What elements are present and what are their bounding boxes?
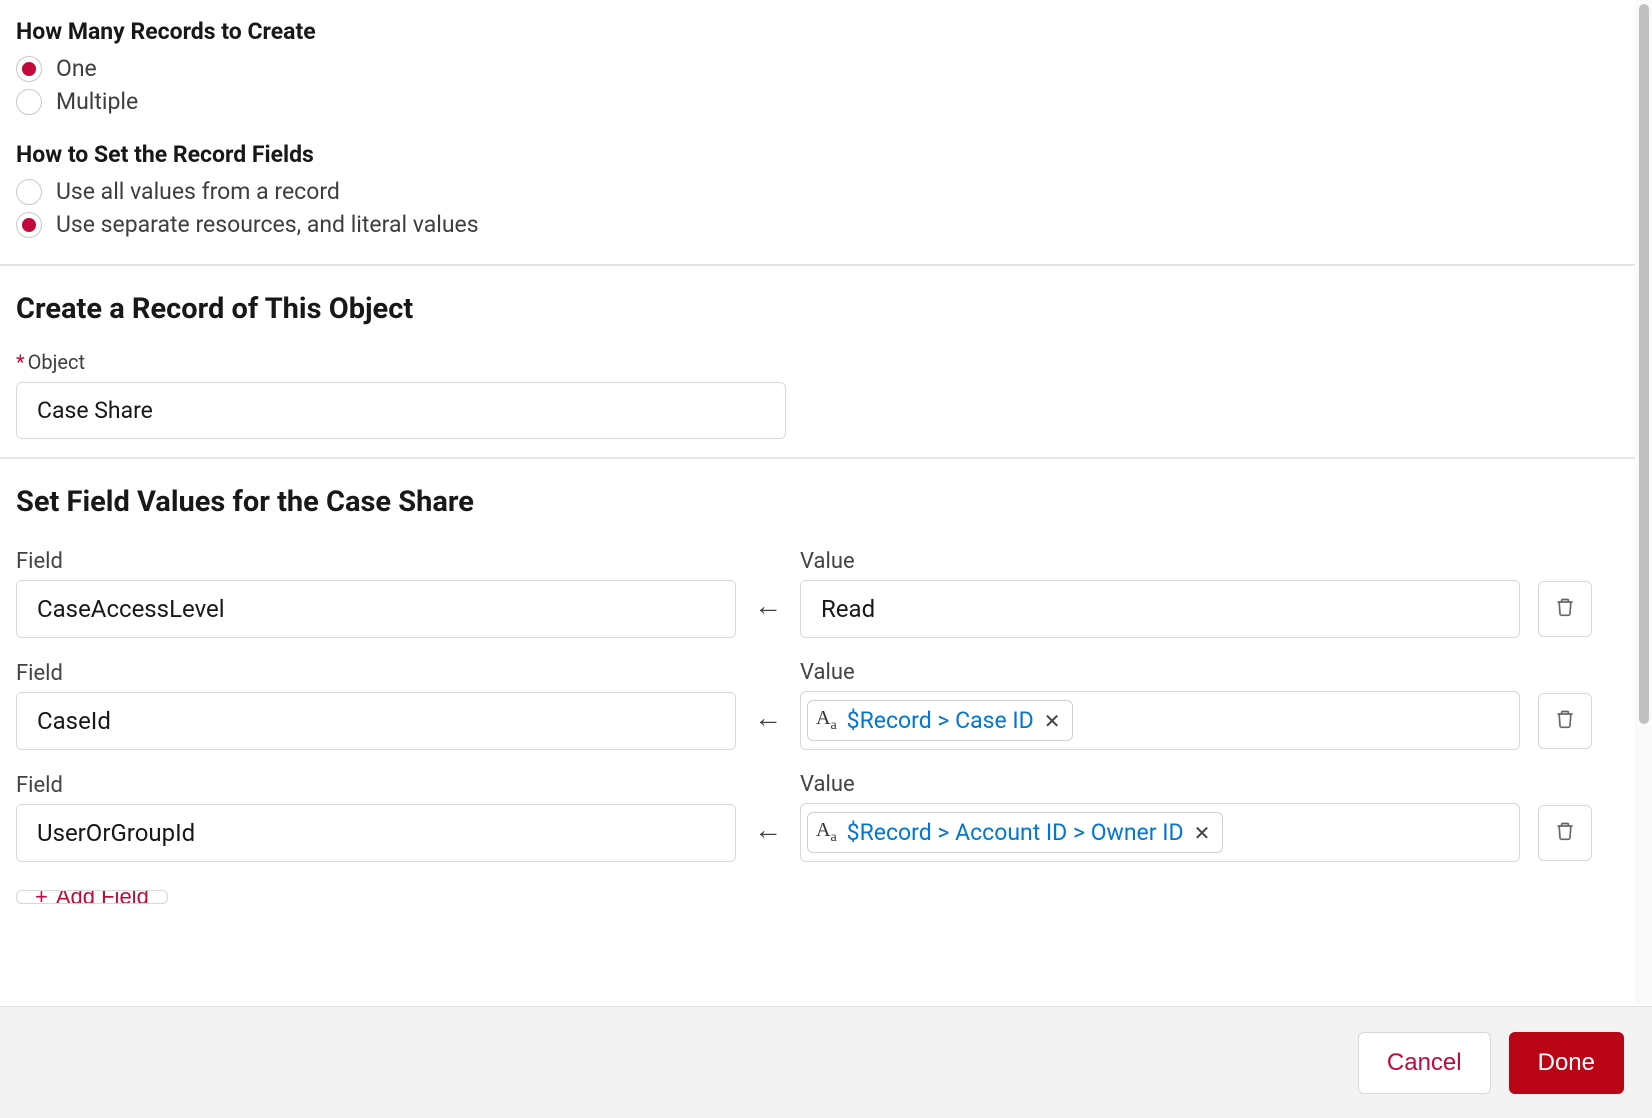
value-label: Value	[800, 772, 1520, 797]
create-record-title: Create a Record of This Object	[16, 292, 1636, 326]
radio-label: Use all values from a record	[56, 178, 340, 205]
how-many-section: How Many Records to Create One Multiple	[16, 18, 1636, 115]
object-input[interactable]: Case Share	[16, 382, 786, 439]
resource-pill: Aa $Record > Account ID > Owner ID ✕	[807, 812, 1223, 853]
object-label-text: Object	[28, 350, 85, 374]
radio-circle-icon	[16, 56, 42, 82]
footer: Cancel Done	[0, 1006, 1652, 1118]
set-fields-title: Set Field Values for the Case Share	[16, 485, 1636, 519]
field-row: Field CaseId ← Value Aa $Record > Case I…	[16, 660, 1636, 750]
field-label: Field	[16, 661, 736, 686]
field-name-input[interactable]: CaseAccessLevel	[16, 580, 736, 638]
field-name-input[interactable]: CaseId	[16, 692, 736, 750]
radio-circle-icon	[16, 212, 42, 238]
radio-label: Multiple	[56, 88, 138, 115]
field-row: Field CaseAccessLevel ← Value Read	[16, 549, 1636, 638]
arrow-left-icon: ←	[754, 701, 782, 734]
pill-remove-icon[interactable]: ✕	[1192, 821, 1213, 845]
required-indicator: *	[16, 350, 25, 374]
scrollbar-thumb[interactable]	[1639, 4, 1649, 724]
trash-icon	[1555, 820, 1575, 846]
pill-text: $Record > Case ID	[847, 707, 1034, 734]
radio-label: Use separate resources, and literal valu…	[56, 211, 479, 238]
how-to-set-section: How to Set the Record Fields Use all val…	[16, 141, 1636, 238]
text-type-icon: Aa	[814, 819, 839, 846]
create-record-section: Create a Record of This Object *Object C…	[16, 292, 1636, 439]
trash-icon	[1555, 708, 1575, 734]
radio-circle-icon	[16, 89, 42, 115]
delete-row-button[interactable]	[1538, 581, 1592, 637]
scrollbar-track[interactable]	[1635, 0, 1652, 1004]
delete-row-button[interactable]	[1538, 693, 1592, 749]
object-label: *Object	[16, 350, 1636, 374]
value-col: Value Read	[800, 549, 1520, 638]
object-field-group: *Object Case Share	[16, 350, 1636, 439]
value-label: Value	[800, 660, 1520, 685]
plus-icon: +	[35, 890, 48, 904]
how-to-set-radio-group: Use all values from a record Use separat…	[16, 178, 1636, 238]
resource-pill: Aa $Record > Case ID ✕	[807, 700, 1073, 741]
field-label: Field	[16, 549, 736, 574]
field-name-input[interactable]: UserOrGroupId	[16, 804, 736, 862]
trash-icon	[1555, 596, 1575, 622]
text-type-icon: Aa	[814, 707, 839, 734]
divider	[0, 457, 1652, 459]
radio-option-one[interactable]: One	[16, 55, 1636, 82]
pill-remove-icon[interactable]: ✕	[1042, 709, 1063, 733]
field-value-input[interactable]: Aa $Record > Case ID ✕	[800, 691, 1520, 750]
arrow-left-icon: ←	[754, 813, 782, 846]
cancel-button[interactable]: Cancel	[1358, 1032, 1491, 1094]
radio-option-separate[interactable]: Use separate resources, and literal valu…	[16, 211, 1636, 238]
divider	[0, 264, 1652, 266]
field-value-input[interactable]: Read	[800, 580, 1520, 638]
field-col: Field UserOrGroupId	[16, 773, 736, 862]
add-field-button[interactable]: + Add Field	[16, 890, 168, 904]
main-content: How Many Records to Create One Multiple …	[0, 0, 1652, 1000]
arrow-col: ←	[754, 813, 782, 862]
value-label: Value	[800, 549, 1520, 574]
arrow-col: ←	[754, 701, 782, 750]
how-to-set-header: How to Set the Record Fields	[16, 141, 1636, 168]
value-col: Value Aa $Record > Account ID > Owner ID…	[800, 772, 1520, 862]
radio-label: One	[56, 55, 97, 82]
add-field-label: Add Field	[56, 890, 149, 904]
field-row: Field UserOrGroupId ← Value Aa $Record >…	[16, 772, 1636, 862]
done-button[interactable]: Done	[1509, 1032, 1624, 1094]
arrow-left-icon: ←	[754, 589, 782, 622]
field-value-input[interactable]: Aa $Record > Account ID > Owner ID ✕	[800, 803, 1520, 862]
how-many-radio-group: One Multiple	[16, 55, 1636, 115]
how-many-header: How Many Records to Create	[16, 18, 1636, 45]
pill-text: $Record > Account ID > Owner ID	[847, 819, 1184, 846]
radio-circle-icon	[16, 179, 42, 205]
set-fields-section: Set Field Values for the Case Share Fiel…	[16, 485, 1636, 908]
field-col: Field CaseId	[16, 661, 736, 750]
radio-option-all-values[interactable]: Use all values from a record	[16, 178, 1636, 205]
field-label: Field	[16, 773, 736, 798]
arrow-col: ←	[754, 589, 782, 638]
field-col: Field CaseAccessLevel	[16, 549, 736, 638]
radio-option-multiple[interactable]: Multiple	[16, 88, 1636, 115]
value-col: Value Aa $Record > Case ID ✕	[800, 660, 1520, 750]
delete-row-button[interactable]	[1538, 805, 1592, 861]
